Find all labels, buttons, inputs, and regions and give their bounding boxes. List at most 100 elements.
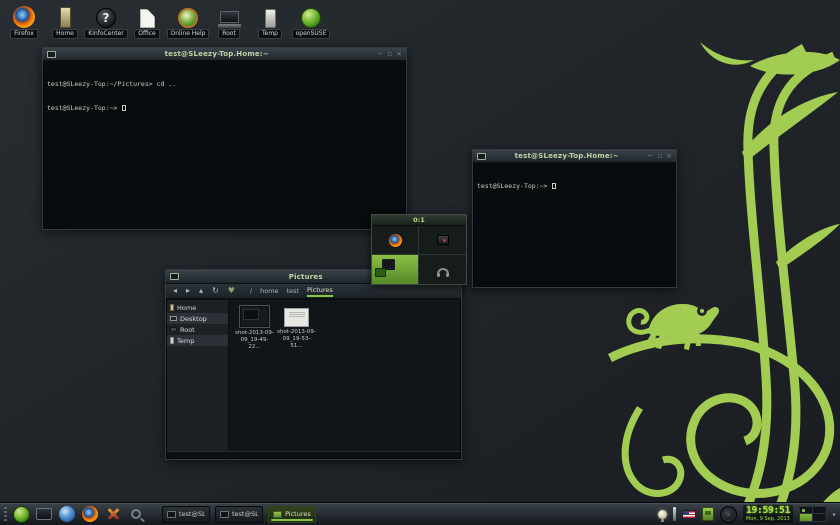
up-icon[interactable]: ▴ <box>199 287 203 295</box>
temp-icon <box>265 9 276 28</box>
sidebar-item-desktop[interactable]: Desktop <box>167 313 228 324</box>
breadcrumb-home[interactable]: home <box>260 287 278 295</box>
pager-desktop-1-1[interactable] <box>419 255 466 284</box>
terminal2-title: test@SLeezy-Top.Home:~ <box>490 152 644 160</box>
desktop-icon-kinfocenter[interactable]: ? KInfoCenter <box>86 3 126 39</box>
back-icon[interactable]: ◂ <box>173 287 177 295</box>
terminal-prompt-line: test@SLeezy-Top:~> <box>477 182 672 190</box>
launcher-search[interactable] <box>127 505 145 523</box>
globe-icon <box>59 506 75 522</box>
desktop-icon-root[interactable]: Root <box>209 3 249 39</box>
favorites-icon[interactable]: ♥ <box>228 287 235 295</box>
terminal1-titlebar[interactable]: test@SLeezy-Top.Home:~ − ▫ × <box>43 48 406 61</box>
home-icon <box>170 304 174 311</box>
desktop-icon-office[interactable]: Office <box>127 3 167 39</box>
breadcrumb-root[interactable]: / <box>250 287 252 295</box>
icon-label: Root <box>218 29 240 39</box>
terminal-window-2: test@SLeezy-Top.Home:~ − ▫ × test@SLeezy… <box>472 149 677 288</box>
sidebar-item-home[interactable]: Home <box>167 302 228 313</box>
launcher-xchat[interactable] <box>104 505 122 523</box>
magnifier-icon <box>131 509 141 519</box>
task-button-terminal-2[interactable]: test@SLe.. <box>215 506 263 523</box>
refresh-icon[interactable]: ↻ <box>212 287 219 295</box>
file-manager-window: Pictures − ▫ × ◂ ▸ ▴ ↻ ♥ / home test Pic… <box>165 269 462 460</box>
file-thumbnail <box>284 308 309 327</box>
stylus-icon[interactable] <box>673 507 676 521</box>
breadcrumb: / home test Pictures <box>250 286 333 297</box>
volume-knob-icon[interactable] <box>720 506 737 523</box>
lightbulb-icon[interactable] <box>658 510 667 519</box>
sidebar-item-root[interactable]: Root <box>167 324 228 335</box>
terminal-icon <box>36 508 52 520</box>
desktop-icon-home[interactable]: Home <box>45 3 85 39</box>
pager-grid <box>372 226 466 284</box>
start-menu-button[interactable] <box>12 505 30 523</box>
fm-toolbar: ◂ ▸ ▴ ↻ ♥ / home test Pictures <box>166 284 461 299</box>
breadcrumb-pictures[interactable]: Pictures <box>307 286 333 297</box>
breadcrumb-test[interactable]: test <box>287 287 299 295</box>
battery-icon[interactable] <box>702 507 714 521</box>
desktop-icon-firefox[interactable]: Firefox <box>4 3 44 39</box>
root-computer-icon <box>218 11 241 28</box>
launcher-browser[interactable] <box>58 505 76 523</box>
firefox-icon <box>82 506 98 522</box>
icon-label: Home <box>52 29 78 39</box>
system-tray: 19:59:51 Mon, 9 Sep, 2013 ▸ <box>658 505 836 523</box>
root-icon <box>170 327 177 332</box>
forward-icon[interactable]: ▸ <box>186 287 190 295</box>
keyboard-layout-us-flag-icon[interactable] <box>682 510 696 519</box>
minimize-icon[interactable]: − <box>378 51 384 58</box>
task-button-pictures[interactable]: Pictures <box>268 506 316 523</box>
pager-desktop-0-0[interactable] <box>372 226 419 255</box>
launcher-terminal[interactable] <box>35 505 53 523</box>
maximize-icon[interactable]: ▫ <box>657 153 662 160</box>
terminal2-titlebar[interactable]: test@SLeezy-Top.Home:~ − ▫ × <box>473 150 676 163</box>
terminal-prompt-line: test@SLeezy-Top:~> <box>47 104 402 112</box>
launcher-firefox[interactable] <box>81 505 99 523</box>
terminal-cursor <box>122 105 126 111</box>
desktop-icon-row: Firefox Home ? KInfoCenter Office Online… <box>4 3 332 39</box>
pager-desktop-1-0[interactable] <box>419 226 466 255</box>
icon-label: Office <box>134 29 160 39</box>
terminal1-content[interactable]: test@SLeezy-Top:~/Pictures> cd .. test@S… <box>44 62 405 228</box>
sidebar-item-temp[interactable]: Temp <box>167 335 228 346</box>
terminal2-content[interactable]: test@SLeezy-Top:~> <box>474 164 675 286</box>
xchat-icon <box>105 506 121 522</box>
fm-body: Home Desktop Root Temp <box>167 300 460 451</box>
desktop-icon-opensuse[interactable]: openSUSE <box>291 3 331 39</box>
file-item-screenshot-1[interactable]: shot-2013-09- 09_19-49-22... <box>235 305 274 351</box>
tray-expand-arrow-icon[interactable]: ▸ <box>833 511 836 518</box>
maximize-icon[interactable]: ▫ <box>387 51 392 58</box>
file-item-screenshot-2[interactable]: shot-2013-09- 09_19-53-51... <box>277 305 316 350</box>
desktop: Firefox Home ? KInfoCenter Office Online… <box>0 0 840 525</box>
terminal-app-icon <box>47 51 56 58</box>
file-thumbnail <box>239 305 270 328</box>
clock[interactable]: 19:59:51 Mon, 9 Sep, 2013 <box>743 505 793 523</box>
icon-label: Temp <box>258 29 282 39</box>
close-icon[interactable]: × <box>396 51 402 58</box>
pager-desktop-label: 0:1 <box>372 215 466 226</box>
pager-desktop-0-1-active[interactable] <box>372 255 419 284</box>
online-help-icon <box>178 8 198 28</box>
mini-pager-cell-1-0[interactable] <box>813 507 826 514</box>
folder-app-icon <box>170 273 179 280</box>
icon-label: Online Help <box>167 29 210 39</box>
fm-sidebar: Home Desktop Root Temp <box>167 300 229 451</box>
task-button-terminal-1[interactable]: test@SLe.. <box>162 506 210 523</box>
close-icon[interactable]: × <box>666 153 672 160</box>
terminal-window-1: test@SLeezy-Top.Home:~ − ▫ × test@SLeezy… <box>42 47 407 230</box>
temp-icon <box>170 337 174 344</box>
app-icon <box>437 235 449 245</box>
mini-pager <box>799 506 827 522</box>
opensuse-icon <box>301 8 321 28</box>
mini-pager-cell-0-0[interactable] <box>800 507 813 514</box>
desktop-pager-popup: 0:1 <box>371 214 467 285</box>
desktop-icon-temp[interactable]: Temp <box>250 3 290 39</box>
desktop-icon-online-help[interactable]: Online Help <box>168 3 208 39</box>
terminal-cursor <box>552 183 556 189</box>
shelf-handle[interactable] <box>4 507 7 522</box>
mini-pager-cell-1-1[interactable] <box>813 514 826 521</box>
desktop-icon <box>170 316 177 321</box>
mini-pager-cell-0-1-active[interactable] <box>800 514 813 521</box>
minimize-icon[interactable]: − <box>648 153 654 160</box>
